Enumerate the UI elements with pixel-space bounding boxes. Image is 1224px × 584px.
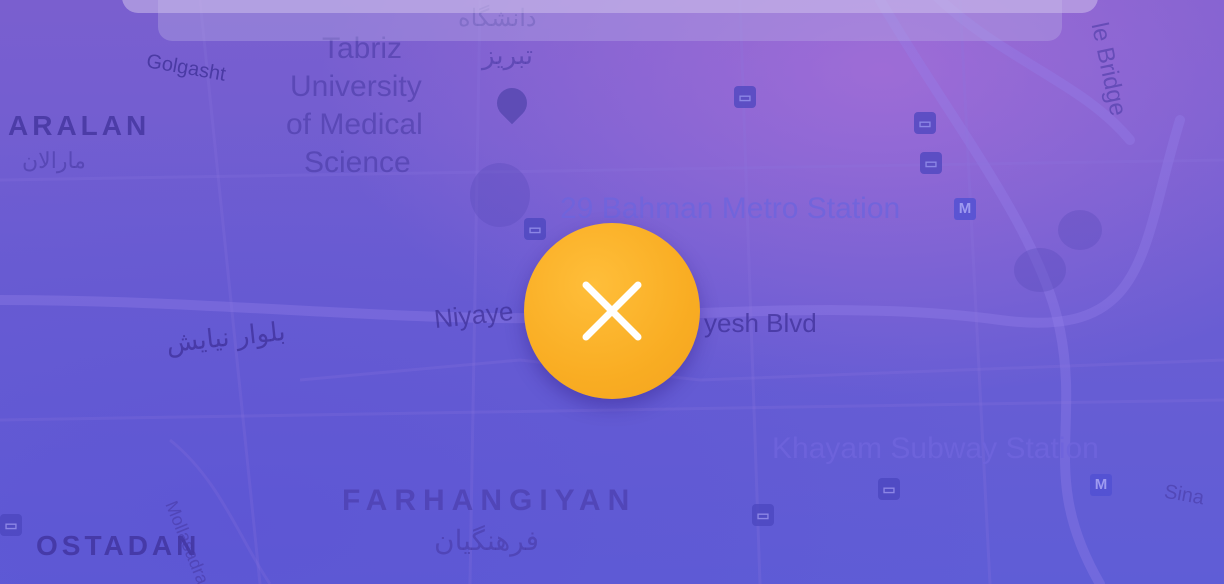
map-label-university: University bbox=[290, 70, 422, 103]
bus-stop-icon[interactable]: ▭ bbox=[734, 86, 756, 108]
map-label-farhangiyan-fa: فرهنگیان bbox=[434, 525, 540, 556]
bus-stop-icon[interactable]: ▭ bbox=[878, 478, 900, 500]
map-label-niyayesh-right: yesh Blvd bbox=[704, 308, 817, 338]
map-label-tabriz-fa: تبریز bbox=[482, 40, 534, 70]
metro-icon[interactable]: M bbox=[1090, 474, 1112, 496]
bus-stop-icon[interactable]: ▭ bbox=[0, 514, 22, 536]
bus-stop-icon[interactable]: ▭ bbox=[524, 218, 546, 240]
bus-stop-icon[interactable]: ▭ bbox=[920, 152, 942, 174]
header-card bbox=[122, 0, 1098, 13]
map-label-maralan: ARALAN bbox=[8, 110, 151, 141]
map-label-of-medical: of Medical bbox=[286, 108, 423, 141]
metro-icon[interactable]: M bbox=[954, 198, 976, 220]
map-label-farhangiyan: FARHANGIYAN bbox=[342, 484, 637, 517]
bus-stop-icon[interactable]: ▭ bbox=[752, 504, 774, 526]
map-label-science: Science bbox=[304, 146, 411, 179]
bus-stop-icon[interactable]: ▭ bbox=[914, 112, 936, 134]
close-icon bbox=[582, 281, 642, 341]
map-label-maralan-fa: مارالان bbox=[22, 148, 86, 173]
map-label-29-bahman-station: 29 Bahman Metro Station bbox=[560, 192, 901, 225]
close-button[interactable] bbox=[524, 223, 700, 399]
map-label-khayam-station: Khayam Subway Station bbox=[772, 432, 1099, 465]
